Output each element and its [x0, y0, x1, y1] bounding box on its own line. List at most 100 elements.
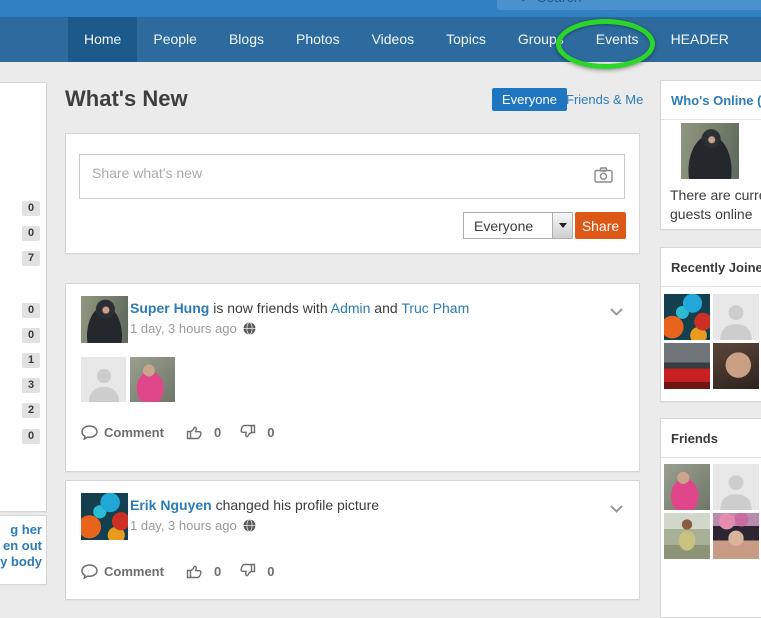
- globe-icon: [243, 519, 256, 532]
- caret-down-icon: [559, 223, 567, 228]
- search-placeholder: Search: [537, 0, 581, 5]
- like-count: 0: [214, 564, 221, 579]
- sidebar-count-badge: 0: [22, 303, 40, 318]
- actor-link[interactable]: Erik Nguyen: [130, 497, 212, 513]
- friend-link[interactable]: Truc Pham: [401, 300, 469, 316]
- member-avatar[interactable]: [664, 294, 710, 340]
- friends-panel: Friends: [660, 418, 761, 618]
- teaser-link[interactable]: en out: [0, 538, 42, 554]
- thumbs-down-icon: [239, 424, 256, 440]
- recently-joined-title: Recently Joined: [661, 248, 761, 275]
- comment-button[interactable]: Comment: [81, 425, 164, 440]
- dislike-count: 0: [267, 564, 274, 579]
- sidebar-count-badge: 1: [22, 353, 40, 368]
- left-sidebar-panel: 0 0 7 0 0 1 3 2 0: [0, 82, 47, 512]
- whos-online-title[interactable]: Who's Online (11): [661, 81, 761, 108]
- nav-item-topics[interactable]: Topics: [430, 17, 502, 62]
- privacy-select[interactable]: Everyone: [463, 212, 573, 239]
- friend-avatar[interactable]: [713, 513, 759, 559]
- avatar[interactable]: [81, 493, 128, 540]
- nav-item-people[interactable]: People: [137, 17, 213, 62]
- person-silhouette-icon: [87, 364, 121, 402]
- status-composer: Everyone Share: [65, 133, 640, 254]
- person-silhouette-icon: [718, 300, 754, 340]
- avatar[interactable]: [81, 296, 128, 343]
- teaser-link[interactable]: g her: [0, 522, 42, 538]
- friend-thumbnail-placeholder[interactable]: [81, 357, 126, 402]
- sidebar-count-badge: 0: [22, 429, 40, 444]
- like-count: 0: [214, 425, 221, 440]
- feed-item: Erik Nguyen changed his profile picture …: [65, 480, 640, 600]
- feed-item: Super Hung is now friends with Admin and…: [65, 283, 640, 472]
- select-dropdown-button[interactable]: [552, 213, 572, 238]
- member-avatar[interactable]: [713, 343, 759, 389]
- member-avatar-placeholder[interactable]: [713, 294, 759, 340]
- thumbs-up-icon: [186, 563, 203, 579]
- top-strip: Search: [0, 0, 761, 17]
- person-silhouette-icon: [718, 470, 754, 510]
- search-icon: [511, 0, 525, 5]
- like-button[interactable]: 0: [186, 563, 225, 579]
- friend-thumbnail[interactable]: [130, 357, 175, 402]
- teaser-link[interactable]: ry body: [0, 554, 42, 570]
- dislike-count: 0: [267, 425, 274, 440]
- sidebar-count-badge: 0: [22, 328, 40, 343]
- nav-item-blogs[interactable]: Blogs: [213, 17, 280, 62]
- thumbs-down-icon: [239, 563, 256, 579]
- timestamp-text: 1 day, 3 hours ago: [130, 321, 237, 336]
- nav-item-videos[interactable]: Videos: [356, 17, 431, 62]
- annotation-green-ellipse: [556, 19, 655, 69]
- sidebar-count-badge: 3: [22, 378, 40, 393]
- comment-bubble-icon: [81, 425, 98, 440]
- status-input[interactable]: [79, 154, 625, 199]
- divider: [661, 286, 761, 287]
- globe-icon: [243, 322, 256, 335]
- feed-timestamp: 1 day, 3 hours ago: [130, 321, 256, 336]
- comment-bubble-icon: [81, 564, 98, 579]
- dislike-button[interactable]: 0: [239, 563, 278, 579]
- share-button[interactable]: Share: [575, 212, 626, 239]
- sidebar-count-badge: 7: [22, 251, 40, 266]
- guests-online-text: guests online: [670, 206, 753, 222]
- privacy-select-value: Everyone: [464, 218, 552, 234]
- nav-item-header[interactable]: HEADER: [655, 17, 745, 62]
- page-title: What's New: [65, 86, 188, 112]
- feed-text: is now friends with: [209, 300, 330, 316]
- friend-avatar[interactable]: [664, 513, 710, 559]
- chevron-down-icon[interactable]: [609, 304, 624, 322]
- feed-title: Super Hung is now friends with Admin and…: [130, 299, 590, 317]
- online-member-avatar[interactable]: [681, 123, 739, 179]
- guests-online-text: There are currently: [670, 187, 761, 203]
- filter-friends-me-link[interactable]: Friends & Me: [566, 92, 643, 107]
- feed-timestamp: 1 day, 3 hours ago: [130, 518, 256, 533]
- timestamp-text: 1 day, 3 hours ago: [130, 518, 237, 533]
- actor-link[interactable]: Super Hung: [130, 300, 209, 316]
- recently-joined-panel: Recently Joined: [660, 247, 761, 402]
- comment-label: Comment: [104, 564, 164, 579]
- divider: [661, 457, 761, 458]
- chevron-down-icon[interactable]: [609, 501, 624, 519]
- whos-online-panel: Who's Online (11) There are currently gu…: [660, 80, 761, 230]
- filter-everyone-button[interactable]: Everyone: [492, 88, 567, 111]
- thumbs-up-icon: [186, 424, 203, 440]
- sidebar-count-badge: 0: [22, 201, 40, 216]
- search-input[interactable]: Search: [497, 0, 761, 10]
- sidebar-count-badge: 0: [22, 226, 40, 241]
- camera-icon[interactable]: [594, 167, 613, 188]
- dislike-button[interactable]: 0: [239, 424, 278, 440]
- comment-button[interactable]: Comment: [81, 564, 164, 579]
- sidebar-count-badge: 2: [22, 403, 40, 418]
- friend-avatar-placeholder[interactable]: [713, 464, 759, 510]
- friend-link[interactable]: Admin: [331, 300, 371, 316]
- divider: [661, 119, 761, 120]
- comment-label: Comment: [104, 425, 164, 440]
- friends-title: Friends: [661, 419, 761, 446]
- member-avatar[interactable]: [664, 343, 710, 389]
- friend-avatar[interactable]: [664, 464, 710, 510]
- like-button[interactable]: 0: [186, 424, 225, 440]
- nav-item-home[interactable]: Home: [68, 17, 137, 62]
- feed-text: changed his profile picture: [212, 497, 379, 513]
- feed-text: and: [370, 300, 401, 316]
- left-teaser-card: g her en out ry body: [0, 515, 47, 585]
- nav-item-photos[interactable]: Photos: [280, 17, 356, 62]
